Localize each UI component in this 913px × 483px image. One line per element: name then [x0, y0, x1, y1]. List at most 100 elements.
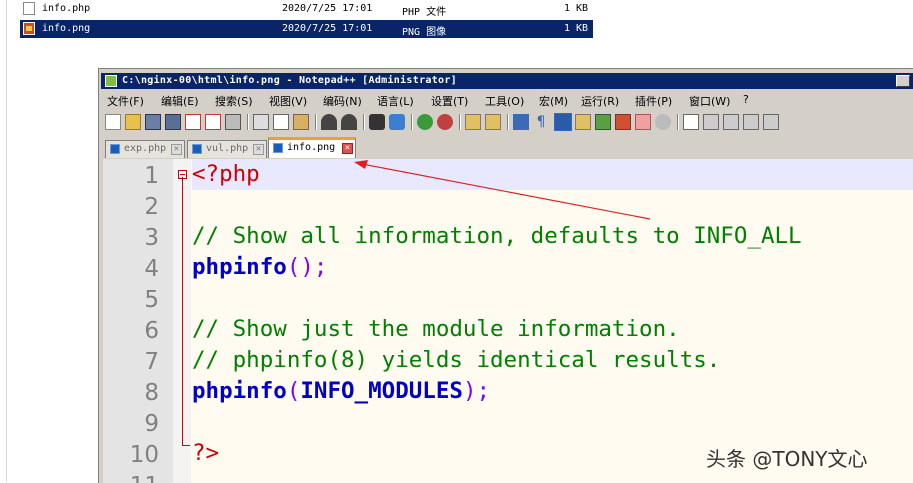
file-size: 1 KB [564, 23, 589, 34]
file-date: 2020/7/25 17:01 [282, 3, 373, 14]
copy-icon[interactable] [273, 114, 289, 130]
file-name: info.php [42, 3, 91, 14]
menu-settings[interactable]: 设置(T) [431, 93, 468, 109]
file-saved-icon [192, 144, 202, 154]
menu-window[interactable]: 窗口(W) [689, 93, 730, 109]
record-macro-icon[interactable] [683, 114, 699, 130]
file-row-info-png[interactable]: info.png 2020/7/25 17:01 PNG 图像 1 KB [20, 20, 593, 38]
find-icon[interactable] [369, 114, 385, 130]
code-line-4[interactable]: phpinfo(); [192, 252, 913, 283]
file-name: info.png [42, 23, 91, 34]
zoom-in-icon[interactable] [417, 114, 433, 130]
operator: (); [286, 254, 328, 280]
open-file-icon[interactable] [125, 114, 141, 130]
toolbar-separator [411, 114, 413, 130]
file-saved-icon [273, 143, 283, 153]
tab-bar: exp.php ✕ vul.php ✕ info.png ✕ [99, 136, 913, 159]
sync-horizontal-icon[interactable] [485, 114, 501, 130]
png-image-icon [23, 22, 35, 35]
code-line-6[interactable]: // Show just the module information. [192, 314, 913, 345]
toolbar-separator [247, 114, 249, 130]
function-list-icon[interactable] [615, 114, 631, 130]
line-number: 4 [144, 256, 159, 282]
undo-icon[interactable] [321, 114, 337, 130]
tab-exp-php[interactable]: exp.php ✕ [105, 140, 185, 158]
title-bar[interactable]: C:\nginx-00\html\info.png - Notepad++ [A… [101, 73, 913, 89]
file-row-info-php[interactable]: info.php 2020/7/25 17:01 PHP 文件 1 KB [20, 0, 593, 18]
line-number: 10 [129, 442, 159, 468]
close-icon[interactable]: ✕ [253, 144, 264, 155]
stop-macro-icon[interactable] [703, 114, 719, 130]
menu-language[interactable]: 语言(L) [377, 93, 414, 109]
close-file-icon[interactable] [185, 114, 201, 130]
line-number: 1 [144, 163, 159, 189]
menu-help[interactable]: ? [743, 93, 749, 106]
file-type: PHP 文件 [402, 7, 447, 18]
redo-icon[interactable] [341, 114, 357, 130]
toolbar-separator [507, 114, 509, 130]
run-macro-multiple-icon[interactable] [743, 114, 759, 130]
doc-map-icon[interactable] [595, 114, 611, 130]
code-editor[interactable]: 1 2 3 4 5 6 7 8 9 10 11 <?php // Show al… [103, 159, 913, 483]
notepadpp-app-icon [105, 75, 117, 87]
word-wrap-icon[interactable] [513, 114, 529, 130]
close-icon[interactable]: ✕ [342, 143, 353, 154]
user-defined-lang-icon[interactable] [575, 114, 591, 130]
new-file-icon[interactable] [105, 114, 121, 130]
menu-file[interactable]: 文件(F) [107, 93, 144, 109]
tab-label: exp.php [124, 143, 167, 154]
indent-guide-icon[interactable] [554, 113, 572, 131]
function-name: phpinfo [192, 378, 287, 404]
menu-edit[interactable]: 编辑(E) [161, 93, 199, 109]
close-all-icon[interactable] [205, 114, 221, 130]
paste-icon[interactable] [293, 114, 309, 130]
menu-tools[interactable]: 工具(O) [485, 93, 524, 109]
replace-icon[interactable] [389, 114, 405, 130]
fold-end-marker [182, 445, 190, 446]
toolbar-separator [459, 114, 461, 130]
toolbar-separator [363, 114, 365, 130]
file-saved-icon [110, 144, 120, 154]
save-all-icon[interactable] [165, 114, 181, 130]
save-macro-icon[interactable] [763, 114, 779, 130]
line-number: 9 [144, 411, 159, 437]
function-name: phpinfo [192, 254, 287, 280]
php-open-tag: <?php [192, 161, 260, 187]
menu-view[interactable]: 视图(V) [269, 93, 307, 109]
minimize-button[interactable] [896, 75, 910, 87]
line-number: 6 [144, 318, 159, 344]
file-type: PNG 图像 [402, 27, 447, 38]
line-number: 8 [144, 380, 159, 406]
close-icon[interactable]: ✕ [171, 144, 182, 155]
sync-vertical-icon[interactable] [465, 114, 481, 130]
constant: INFO_MODULES [300, 378, 463, 404]
window-title: C:\nginx-00\html\info.png - Notepad++ [A… [122, 75, 457, 86]
menu-plugins[interactable]: 插件(P) [635, 93, 672, 109]
code-line-3[interactable]: // Show all information, defaults to INF… [192, 221, 913, 252]
cut-icon[interactable] [253, 114, 269, 130]
menu-macro[interactable]: 宏(M) [539, 93, 568, 109]
line-number: 3 [144, 225, 159, 251]
tab-label: vul.php [206, 143, 249, 154]
desktop-left-strip [0, 0, 7, 482]
comment: // Show just the module information. [192, 316, 680, 342]
show-all-chars-icon[interactable]: ¶ [533, 114, 549, 130]
menu-bar: 文件(F) 编辑(E) 搜索(S) 视图(V) 编码(N) 语言(L) 设置(T… [99, 91, 913, 109]
play-macro-icon[interactable] [723, 114, 739, 130]
line-number: 5 [144, 287, 159, 313]
menu-run[interactable]: 运行(R) [581, 93, 619, 109]
save-icon[interactable] [145, 114, 161, 130]
code-line-7[interactable]: // phpinfo(8) yields identical results. [192, 345, 913, 376]
code-line-1[interactable]: <?php [192, 159, 913, 190]
menu-search[interactable]: 搜索(S) [215, 93, 253, 109]
file-size: 1 KB [564, 3, 589, 14]
tab-label: info.png [287, 142, 336, 153]
tab-vul-php[interactable]: vul.php ✕ [187, 140, 267, 158]
monitoring-icon[interactable] [655, 114, 671, 130]
folder-as-workspace-icon[interactable] [635, 114, 651, 130]
print-icon[interactable] [225, 114, 241, 130]
menu-encoding[interactable]: 编码(N) [323, 93, 362, 109]
code-line-8[interactable]: phpinfo(INFO_MODULES); [192, 376, 913, 407]
zoom-out-icon[interactable] [437, 114, 453, 130]
tab-info-png[interactable]: info.png ✕ [268, 137, 356, 158]
